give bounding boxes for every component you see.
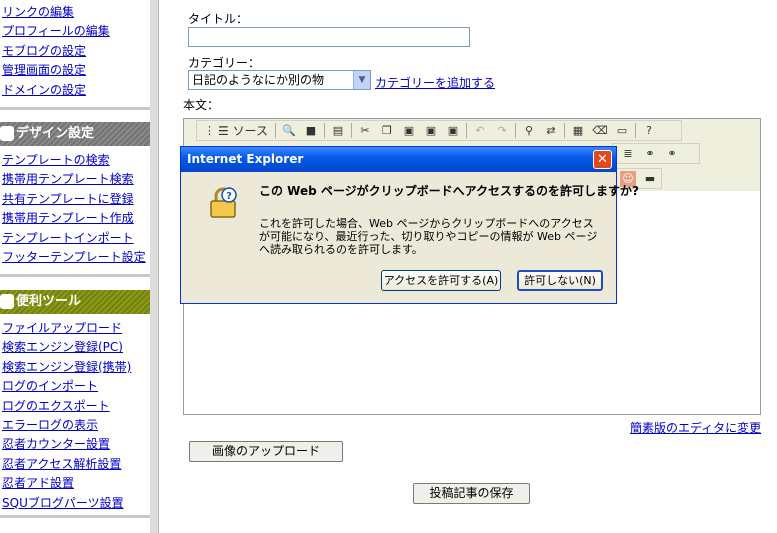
category-select[interactable]: 日記のようなにか別の物 ▼	[188, 70, 371, 90]
toolbar-separator	[350, 123, 352, 138]
sidebar-link-ninja-counter[interactable]: 忍者カウンター設置	[2, 437, 110, 451]
sidebar-link-file-upload[interactable]: ファイルアップロード	[2, 321, 122, 335]
sidebar-link-log-import[interactable]: ログのインポート	[2, 379, 98, 393]
toolbar-separator	[514, 123, 516, 138]
tools-links: ファイルアップロード 検索エンジン登録(PC) 検索エンジン登録(携帯) ログの…	[2, 319, 150, 513]
close-icon[interactable]: ✕	[593, 150, 612, 169]
design-section-header: デザイン設定	[0, 122, 150, 146]
design-section-title: デザイン設定	[16, 126, 95, 141]
templates-icon[interactable]: ▤	[330, 123, 346, 139]
sidebar-link-error-log[interactable]: エラーログの表示	[2, 418, 98, 432]
redo-icon[interactable]: ↷	[494, 123, 510, 139]
sidebar-link-mobile-template-search[interactable]: 携帯用テンプレート検索	[2, 172, 134, 186]
sidebar-link-edit-links[interactable]: リンクの編集	[2, 5, 74, 19]
sidebar-link-footer-template[interactable]: フッターテンプレート設定	[2, 250, 146, 264]
category-selected-value: 日記のようなにか別の物	[192, 73, 325, 87]
tools-section-title: 便利ツール	[16, 294, 82, 309]
sidebar-top-links: リンクの編集 プロフィールの編集 モブログの設定 管理画面の設定 ドメインの設定	[2, 3, 150, 100]
sidebar-link-search-engine-mobile[interactable]: 検索エンジン登録(携帯)	[2, 360, 131, 374]
find-icon[interactable]: ⚲	[521, 123, 537, 139]
dialog-title: Internet Explorer	[187, 152, 304, 166]
sidebar-link-squ-blog-parts[interactable]: SQUブログパーツ設置	[2, 496, 124, 510]
category-label: カテゴリー：	[188, 56, 261, 70]
sidebar-border	[150, 0, 158, 533]
save-post-button[interactable]: 投稿記事の保存	[413, 483, 530, 504]
sidebar-link-register-shared-template[interactable]: 共有テンプレートに登録	[2, 192, 134, 206]
paste-word-icon[interactable]: ▣	[445, 123, 461, 139]
sidebar-border-line	[158, 0, 159, 533]
toolbar-separator	[465, 123, 467, 138]
simple-editor-link[interactable]: 簡素版のエディタに変更	[630, 419, 761, 436]
deny-access-button[interactable]: 許可しない(N)	[517, 270, 603, 291]
add-category-link[interactable]: カテゴリーを追加する	[375, 74, 495, 91]
upload-image-button[interactable]: 画像のアップロード	[189, 441, 343, 462]
horizontal-rule-icon[interactable]: ▬	[642, 171, 658, 187]
sidebar-link-ninja-analytics[interactable]: 忍者アクセス解析設置	[2, 457, 121, 471]
toolbox-icon	[0, 294, 14, 309]
sidebar-divider	[0, 107, 150, 110]
sidebar-link-moblog-settings[interactable]: モブログの設定	[2, 44, 86, 58]
sidebar-link-template-import[interactable]: テンプレートインポート	[2, 231, 134, 245]
title-label: タイトル：	[188, 12, 249, 26]
palette-icon	[0, 126, 14, 141]
sidebar-link-domain-settings[interactable]: ドメインの設定	[2, 83, 86, 97]
sidebar-link-edit-profile[interactable]: プロフィールの編集	[2, 24, 110, 38]
lock-question-icon: ?	[210, 187, 237, 218]
replace-icon[interactable]: ⇄	[543, 123, 559, 139]
chevron-down-icon[interactable]: ▼	[353, 71, 370, 89]
sidebar-link-log-export[interactable]: ログのエクスポート	[2, 399, 110, 413]
allow-access-button[interactable]: アクセスを許可する(A)	[381, 270, 501, 291]
tools-section-header: 便利ツール	[0, 290, 150, 314]
help-icon[interactable]: ?	[641, 123, 657, 139]
body-label: 本文：	[183, 98, 220, 112]
undo-icon[interactable]: ↶	[472, 123, 488, 139]
toolbar-separator	[274, 123, 276, 138]
unlink-icon[interactable]: ⚭	[664, 146, 680, 162]
editor-toolbar-row-2: ≣ ⚭ ⚭	[612, 143, 700, 164]
title-input[interactable]	[188, 27, 470, 47]
sidebar: リンクの編集 プロフィールの編集 モブログの設定 管理画面の設定 ドメインの設定…	[0, 0, 150, 533]
select-all-icon[interactable]: ▦	[570, 123, 586, 139]
preview-icon[interactable]: 🔍	[281, 123, 297, 139]
svg-text:?: ?	[226, 191, 232, 202]
toolbar-separator	[634, 123, 636, 138]
toolbar-separator	[563, 123, 565, 138]
source-button[interactable]: ☰ ソース	[216, 123, 270, 139]
sidebar-link-admin-settings[interactable]: 管理画面の設定	[2, 63, 86, 77]
image-icon[interactable]: ▭	[614, 123, 630, 139]
dialog-title-bar: Internet Explorer	[181, 147, 616, 172]
design-links: テンプレートの検索 携帯用テンプレート検索 共有テンプレートに登録 携帯用テンプ…	[2, 151, 150, 267]
link-icon[interactable]: ⚭	[642, 146, 658, 162]
paste-icon[interactable]: ▣	[401, 123, 417, 139]
sidebar-link-create-mobile-template[interactable]: 携帯用テンプレート作成	[2, 211, 134, 225]
justify-icon[interactable]: ≣	[620, 146, 636, 162]
toolbar-separator	[323, 123, 325, 138]
toolbar-grip-icon: ⋮	[204, 123, 215, 137]
sidebar-link-search-engine-pc[interactable]: 検索エンジン登録(PC)	[2, 340, 123, 354]
save-icon[interactable]: ■	[303, 123, 319, 139]
sidebar-link-template-search[interactable]: テンプレートの検索	[2, 153, 110, 167]
editor-toolbar-row-1: ⋮ ☰ ソース 🔍 ■ ▤ ✂ ❐ ▣ ▣ ▣ ↶ ↷ ⚲ ⇄ ▦ ⌫ ▭ ?	[196, 120, 682, 141]
eraser-icon[interactable]: ⌫	[592, 123, 608, 139]
sidebar-link-ninja-ad[interactable]: 忍者アド設置	[2, 476, 74, 490]
copy-icon[interactable]: ❐	[379, 123, 395, 139]
sidebar-divider	[0, 515, 150, 518]
source-button-label: ソース	[232, 123, 268, 138]
paste-text-icon[interactable]: ▣	[423, 123, 439, 139]
cut-icon[interactable]: ✂	[357, 123, 373, 139]
sidebar-divider	[0, 274, 150, 277]
dialog-body-text: これを許可した場合、Web ページからクリップボードへのアクセスが可能になり、最…	[259, 217, 598, 256]
clipboard-permission-dialog: Internet Explorer ✕ ? この Web ページがクリップボード…	[180, 146, 639, 304]
dialog-question: この Web ページがクリップボードへアクセスするのを許可しますか?	[259, 184, 640, 198]
